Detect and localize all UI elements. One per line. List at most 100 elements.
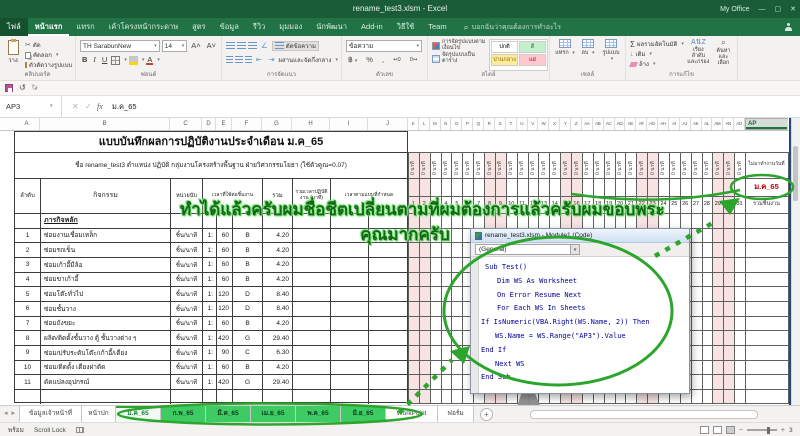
- table-cell[interactable]: 90: [217, 346, 233, 360]
- zoom-slider[interactable]: [747, 429, 777, 431]
- table-cell[interactable]: 4: [15, 273, 41, 287]
- grow-font-button[interactable]: A˄: [189, 40, 202, 52]
- table-cell[interactable]: 1:: [203, 302, 217, 316]
- column-header-W[interactable]: W: [538, 118, 549, 130]
- font-name-select[interactable]: TH SarabunNew▾: [80, 40, 160, 52]
- column-header-G[interactable]: G: [262, 118, 292, 130]
- table-cell[interactable]: [331, 375, 369, 389]
- font-size-select[interactable]: 14▾: [162, 40, 187, 52]
- column-header-J[interactable]: J: [368, 118, 408, 130]
- table-cell[interactable]: [369, 375, 407, 389]
- column-header-Q[interactable]: Q: [473, 118, 484, 130]
- column-header-AO[interactable]: AO: [734, 118, 745, 130]
- column-header-I[interactable]: I: [330, 118, 368, 130]
- column-header-S[interactable]: S: [495, 118, 506, 130]
- table-cell[interactable]: ซ่อมรถเข็น: [41, 243, 171, 257]
- table-cell[interactable]: 2: [15, 243, 41, 257]
- table-cell[interactable]: [293, 287, 331, 301]
- table-cell[interactable]: D: [233, 287, 263, 301]
- table-cell[interactable]: [293, 331, 331, 345]
- autosum-button[interactable]: Σผลรวมอัตโนมัติ▾: [630, 39, 684, 49]
- table-cell[interactable]: [263, 390, 293, 404]
- vba-general-dropdown[interactable]: (General) ▾: [475, 244, 580, 255]
- find-select-button[interactable]: ⌕ค้นหาและเลือก: [713, 39, 734, 71]
- restore-button[interactable]: ▢: [775, 5, 782, 13]
- table-cell[interactable]: ซ่อมเก้าอี้มีล้อ: [41, 258, 171, 272]
- table-cell[interactable]: 4.20: [263, 361, 293, 375]
- horizontal-scrollbar[interactable]: [530, 410, 758, 419]
- table-cell[interactable]: 11: [15, 375, 41, 389]
- table-cell[interactable]: 1:: [203, 287, 217, 301]
- name-box-caret-icon[interactable]: ▾: [50, 96, 53, 117]
- column-header-AK[interactable]: AK: [691, 118, 702, 130]
- table-cell[interactable]: [15, 390, 41, 404]
- column-header-A[interactable]: A: [14, 118, 40, 130]
- table-cell[interactable]: G: [233, 331, 263, 345]
- table-cell[interactable]: ชิ้น/นาที: [171, 302, 203, 316]
- number-format-select[interactable]: ข้อความ▾: [346, 40, 422, 52]
- column-header-P[interactable]: P: [462, 118, 473, 130]
- table-cell[interactable]: ซ่อม/ติดตั้ง เตียงผ่าตัด: [41, 361, 171, 375]
- zoom-slider-thumb[interactable]: [767, 427, 770, 434]
- table-cell[interactable]: 60: [217, 273, 233, 287]
- orientation-icon[interactable]: ∠: [259, 40, 270, 52]
- table-cell[interactable]: ซ่อมขาเก้าอี้: [41, 273, 171, 287]
- column-header-AJ[interactable]: AJ: [680, 118, 691, 130]
- table-cell[interactable]: 3: [15, 258, 41, 272]
- column-header-O[interactable]: O: [451, 118, 462, 130]
- table-cell[interactable]: 8.40: [263, 302, 293, 316]
- table-cell[interactable]: 60: [217, 361, 233, 375]
- table-cell[interactable]: 60: [217, 258, 233, 272]
- table-cell[interactable]: [331, 258, 369, 272]
- align-top-icon[interactable]: [226, 42, 235, 50]
- table-cell[interactable]: ผลิต/ติดตั้งชั้นวาง ตู้ ชั้นวางต่าง ๆ: [41, 331, 171, 345]
- table-cell[interactable]: 7: [15, 317, 41, 331]
- sheet-tab-พ.ค_65[interactable]: พ.ค_65: [296, 406, 341, 422]
- table-cell[interactable]: 1:: [203, 375, 217, 389]
- sheet-tab-ม.ค_65[interactable]: ม.ค_65: [116, 406, 161, 422]
- undo-button[interactable]: ↺▾: [19, 83, 25, 94]
- percent-icon[interactable]: %: [364, 54, 375, 66]
- table-cell[interactable]: ชิ้น/นาที: [171, 346, 203, 360]
- sheet-tab-ฟอร์ม[interactable]: ฟอร์ม: [438, 406, 474, 422]
- column-header-H[interactable]: H: [292, 118, 330, 130]
- ribbon-tab-11[interactable]: Team: [421, 18, 453, 36]
- borders-icon[interactable]: [111, 56, 120, 65]
- table-cell[interactable]: 8: [15, 331, 41, 345]
- table-cell[interactable]: 1:: [203, 258, 217, 272]
- format-as-table-button[interactable]: จัดรูปแบบเป็นตาราง: [432, 52, 486, 65]
- column-header-AH[interactable]: AH: [658, 118, 669, 130]
- column-header-L[interactable]: L: [419, 118, 430, 130]
- ribbon-tab-2[interactable]: แทรก: [69, 18, 101, 36]
- normal-view-icon[interactable]: [700, 426, 709, 434]
- day-number-27[interactable]: 27: [691, 196, 702, 213]
- table-cell[interactable]: 5: [15, 287, 41, 301]
- table-cell[interactable]: ดัดแปลงอุปกรณ์: [41, 375, 171, 389]
- table-cell[interactable]: 4.20: [263, 273, 293, 287]
- table-cell[interactable]: 29.40: [263, 375, 293, 389]
- table-cell[interactable]: B: [233, 273, 263, 287]
- ribbon-tab-7[interactable]: มุมมอง: [272, 18, 309, 36]
- vba-editor-window[interactable]: rename_test3.xlsm - Module1 (Code) (Gene…: [470, 228, 690, 394]
- insert-cells-button[interactable]: แทรก ▾: [554, 39, 576, 71]
- table-cell[interactable]: 4.20: [263, 258, 293, 272]
- column-header-AN[interactable]: AN: [723, 118, 734, 130]
- delete-cells-button[interactable]: ลบ ▾: [577, 39, 599, 71]
- ribbon-tab-9[interactable]: Add-in: [354, 18, 390, 36]
- table-cell[interactable]: [293, 346, 331, 360]
- table-cell[interactable]: 9: [15, 346, 41, 360]
- copy-button[interactable]: คัดลอก▾: [25, 50, 72, 60]
- table-cell[interactable]: 1:: [203, 361, 217, 375]
- conditional-formatting-button[interactable]: การจัดรูปแบบตามเงื่อนไข: [432, 39, 486, 52]
- cell-style-2[interactable]: ปานกลาง: [491, 54, 518, 66]
- sort-filter-button[interactable]: A⇅Zเรียงลำดับและกรอง: [687, 39, 710, 71]
- table-cell[interactable]: [331, 273, 369, 287]
- ap-header-cell[interactable]: ไม่มาทำงานวันที่: [745, 152, 788, 178]
- table-cell[interactable]: G: [233, 375, 263, 389]
- save-icon[interactable]: [5, 84, 13, 92]
- table-cell[interactable]: 1:: [203, 273, 217, 287]
- day-number-28[interactable]: 28: [702, 196, 713, 213]
- table-cell[interactable]: ชิ้น/นาที: [171, 361, 203, 375]
- zoom-out-button[interactable]: −: [739, 427, 743, 434]
- ap3-cell[interactable]: ม.ค_65: [745, 178, 788, 196]
